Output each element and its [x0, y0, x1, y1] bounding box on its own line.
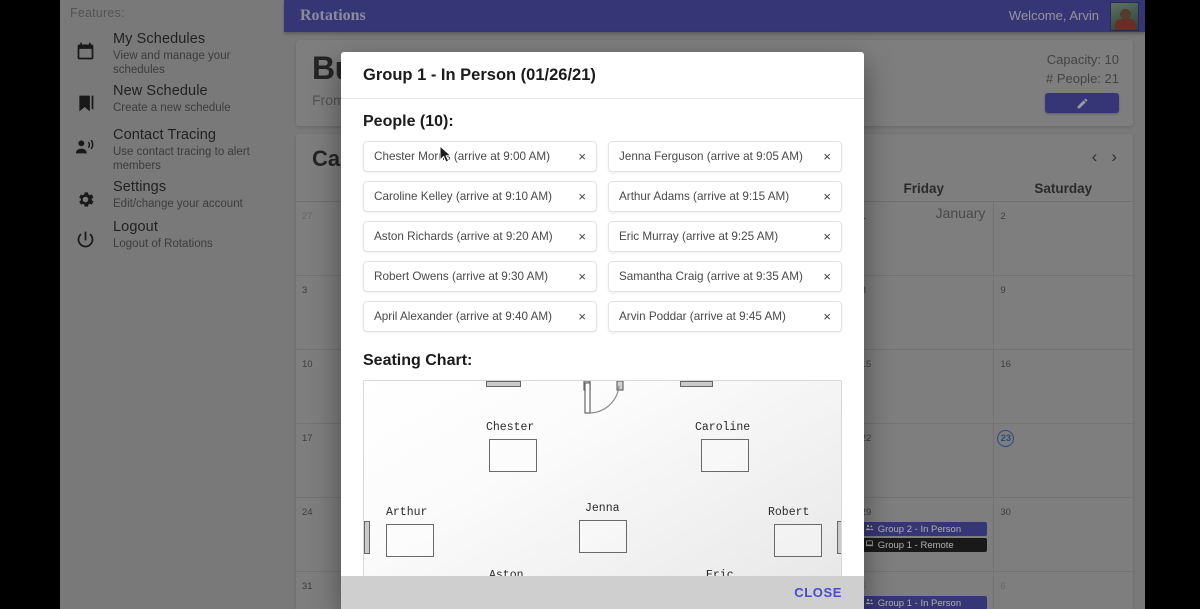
seat-box[interactable] [489, 439, 537, 472]
person-chip: Eric Murray (arrive at 9:25 AM) × [608, 221, 842, 252]
seat-label: Robert [768, 506, 810, 519]
modal-overlay[interactable]: Group 1 - In Person (01/26/21) People (1… [60, 0, 1145, 609]
seating-chart[interactable]: Chester Caroline Arthur Jenna Robert Aston Eri… [363, 380, 842, 576]
mouse-cursor [439, 145, 452, 163]
window-icon [680, 381, 713, 387]
modal-title: Group 1 - In Person (01/26/21) [363, 65, 596, 84]
person-chip: Jenna Ferguson (arrive at 9:05 AM) × [608, 141, 842, 172]
person-label: Samantha Craig (arrive at 9:35 AM) [619, 270, 803, 283]
person-label: Arvin Poddar (arrive at 9:45 AM) [619, 310, 786, 323]
person-chip: Samantha Craig (arrive at 9:35 AM) × [608, 261, 842, 292]
close-icon[interactable]: × [577, 310, 587, 323]
close-icon[interactable]: × [822, 150, 832, 163]
seat-label: Aston [489, 569, 524, 576]
modal-footer: CLOSE [341, 576, 864, 609]
person-label: Caroline Kelley (arrive at 9:10 AM) [374, 190, 552, 203]
person-label: Jenna Ferguson (arrive at 9:05 AM) [619, 150, 803, 163]
close-icon[interactable]: × [822, 230, 832, 243]
person-chip: Arvin Poddar (arrive at 9:45 AM) × [608, 301, 842, 332]
close-icon[interactable]: × [577, 190, 587, 203]
seat-box[interactable] [386, 524, 434, 557]
door-icon [583, 381, 625, 417]
seat-box[interactable] [774, 524, 822, 557]
seat-box[interactable] [579, 520, 627, 553]
seat-label: Chester [486, 421, 535, 434]
modal-body: People (10): Chester Morris (arrive at 9… [341, 99, 864, 576]
person-label: April Alexander (arrive at 9:40 AM) [374, 310, 552, 323]
person-chip: April Alexander (arrive at 9:40 AM) × [363, 301, 597, 332]
seat-box[interactable] [701, 439, 749, 472]
close-icon[interactable]: × [822, 310, 832, 323]
close-icon[interactable]: × [577, 150, 587, 163]
person-chip: Robert Owens (arrive at 9:30 AM) × [363, 261, 597, 292]
close-button[interactable]: CLOSE [794, 585, 842, 600]
person-chip: Caroline Kelley (arrive at 9:10 AM) × [363, 181, 597, 212]
seating-heading: Seating Chart: [363, 352, 473, 369]
people-heading: People (10): [363, 113, 454, 130]
seat-label: Caroline [695, 421, 751, 434]
people-list: Chester Morris (arrive at 9:00 AM) × Jenna… [363, 141, 842, 332]
person-label: Eric Murray (arrive at 9:25 AM) [619, 230, 779, 243]
person-label: Arthur Adams (arrive at 9:15 AM) [619, 190, 790, 203]
window-icon [837, 521, 841, 554]
seat-label: Eric [706, 569, 734, 576]
seat-label: Arthur [386, 506, 428, 519]
group-detail-modal: Group 1 - In Person (01/26/21) People (1… [341, 52, 864, 609]
person-label: Aston Richards (arrive at 9:20 AM) [374, 230, 553, 243]
close-icon[interactable]: × [577, 270, 587, 283]
app-viewport: Features: My Schedules View and manage y… [60, 0, 1145, 609]
close-icon[interactable]: × [822, 190, 832, 203]
person-label: Robert Owens (arrive at 9:30 AM) [374, 270, 549, 283]
person-chip: Arthur Adams (arrive at 9:15 AM) × [608, 181, 842, 212]
window-icon [364, 521, 370, 554]
person-label: Chester Morris (arrive at 9:00 AM) [374, 150, 551, 163]
screenshot-stage: Features: My Schedules View and manage y… [0, 0, 1200, 609]
seat-label: Jenna [585, 502, 620, 515]
close-icon[interactable]: × [822, 270, 832, 283]
modal-header: Group 1 - In Person (01/26/21) [341, 52, 864, 99]
window-icon [486, 381, 521, 387]
person-chip: Aston Richards (arrive at 9:20 AM) × [363, 221, 597, 252]
room-floorplan: Chester Caroline Arthur Jenna Robert Aston Eri… [364, 381, 841, 576]
person-chip: Chester Morris (arrive at 9:00 AM) × [363, 141, 597, 172]
close-icon[interactable]: × [577, 230, 587, 243]
